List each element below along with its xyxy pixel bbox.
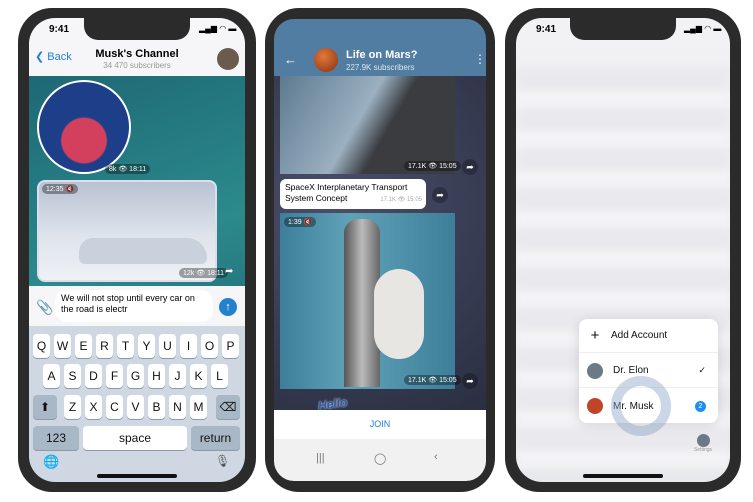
- recent-apps-icon[interactable]: |||: [316, 452, 325, 464]
- home-indicator: [583, 474, 663, 478]
- video2-meta: 17.1K 👁 15:05: [404, 375, 461, 385]
- key-p[interactable]: P: [222, 334, 239, 358]
- send-button[interactable]: ↑: [219, 298, 237, 316]
- key-e[interactable]: E: [75, 334, 92, 358]
- key-a[interactable]: A: [43, 364, 60, 388]
- channel-subtitle: 34 470 subscribers: [103, 61, 171, 70]
- phone-android-channel: ← Life on Mars? 227.9K subscribers ⋮ 17.…: [265, 8, 495, 492]
- microphone-icon[interactable]: 🎙: [215, 454, 230, 468]
- exhaust-cloud: [374, 269, 424, 359]
- key-u[interactable]: U: [159, 334, 176, 358]
- channel-title: Life on Mars?: [346, 49, 418, 61]
- touch-indicator: [611, 376, 671, 436]
- key-g[interactable]: G: [127, 364, 144, 388]
- attach-icon[interactable]: 📎: [36, 299, 53, 316]
- back-nav-icon[interactable]: ‹: [434, 451, 438, 463]
- checkmark-icon: ✓: [698, 365, 706, 375]
- forward-icon[interactable]: ➦: [462, 373, 478, 389]
- back-arrow-icon[interactable]: ←: [284, 52, 297, 67]
- key-v[interactable]: V: [127, 395, 144, 419]
- key-h[interactable]: H: [148, 364, 165, 388]
- forward-icon[interactable]: ➦: [462, 159, 478, 175]
- avatar: [587, 362, 603, 379]
- home-indicator: [97, 474, 177, 478]
- avatar: [587, 398, 603, 414]
- message-meta: 17.1K 👁 15:05: [380, 197, 422, 203]
- key-b[interactable]: B: [148, 395, 165, 419]
- numbers-key[interactable]: 123: [33, 426, 79, 450]
- phone-ios-accounts: 9:41 ▂▄▆ ◠ ▬ + Add Account Dr. Elon ✓ Mr…: [505, 8, 741, 492]
- forward-icon[interactable]: ➦: [432, 187, 448, 203]
- video-message[interactable]: [37, 180, 217, 282]
- key-s[interactable]: S: [64, 364, 81, 388]
- keyboard: Q W E R T Y U I O P A S D F G H J K L ⬆ Z X C V B N M ⌫ 123 space retu…: [29, 326, 245, 482]
- space-key[interactable]: space: [83, 426, 187, 450]
- video-meta: 12k 👁 18:11: [179, 268, 229, 278]
- message-input[interactable]: We will not stop until every car on the …: [55, 290, 213, 322]
- home-icon[interactable]: ◯: [374, 452, 386, 465]
- shift-key[interactable]: ⬆: [33, 395, 57, 419]
- video1-meta: 17.1K 👁 15:05: [404, 161, 461, 171]
- video-rocket-top[interactable]: [280, 76, 455, 174]
- text-message: SpaceX Interplanetary Transport System C…: [280, 179, 426, 209]
- sticker-meta: 8k 👁 18:11: [105, 164, 151, 174]
- key-j[interactable]: J: [169, 364, 186, 388]
- android-nav-bar: ||| ◯ ‹: [274, 439, 486, 481]
- key-r[interactable]: R: [96, 334, 113, 358]
- phone-ios-chat: 9:41 ▂▄▆ ◠ ▬ ❮ Back Musk's Channel 34 47…: [18, 8, 256, 492]
- status-icons: ▂▄▆ ◠ ▬: [684, 24, 722, 33]
- key-t[interactable]: T: [117, 334, 134, 358]
- status-time: 9:41: [536, 24, 557, 35]
- backspace-key[interactable]: ⌫: [216, 395, 240, 419]
- settings-avatar: [696, 434, 710, 447]
- video2-duration: 1:39 🔇: [284, 217, 317, 227]
- status-icons: ▂▄▆ ◠ ▬: [199, 24, 237, 33]
- plus-icon: +: [590, 327, 600, 344]
- key-q[interactable]: Q: [33, 334, 50, 358]
- key-y[interactable]: Y: [138, 334, 155, 358]
- channel-subtitle: 227.9K subscribers: [346, 63, 415, 72]
- channel-title: Musk's Channel: [95, 48, 179, 60]
- key-f[interactable]: F: [106, 364, 123, 388]
- key-m[interactable]: M: [190, 395, 207, 419]
- status-time: 9:41: [49, 24, 70, 35]
- key-o[interactable]: O: [201, 334, 218, 358]
- key-n[interactable]: N: [169, 395, 186, 419]
- key-d[interactable]: D: [85, 364, 102, 388]
- key-i[interactable]: I: [180, 334, 197, 358]
- join-button[interactable]: JOIN: [274, 410, 486, 439]
- key-w[interactable]: W: [54, 334, 71, 358]
- video-duration: 12:35 🔇: [42, 184, 79, 194]
- sticker-tesla: [37, 80, 131, 174]
- key-z[interactable]: Z: [64, 395, 81, 419]
- key-c[interactable]: C: [106, 395, 123, 419]
- unread-badge: 2: [695, 400, 706, 412]
- add-account-item[interactable]: + Add Account: [579, 319, 718, 353]
- key-k[interactable]: K: [190, 364, 207, 388]
- globe-icon[interactable]: 🌐: [43, 454, 59, 470]
- more-menu-icon[interactable]: ⋮: [474, 52, 486, 66]
- car-image: [79, 238, 207, 264]
- channel-avatar[interactable]: [217, 48, 239, 70]
- settings-tab[interactable]: Settings: [688, 434, 718, 453]
- return-key[interactable]: return: [191, 426, 240, 450]
- forward-icon[interactable]: ➦: [225, 266, 233, 277]
- key-l[interactable]: L: [211, 364, 228, 388]
- channel-avatar-mars[interactable]: [314, 48, 338, 72]
- key-x[interactable]: X: [85, 395, 102, 419]
